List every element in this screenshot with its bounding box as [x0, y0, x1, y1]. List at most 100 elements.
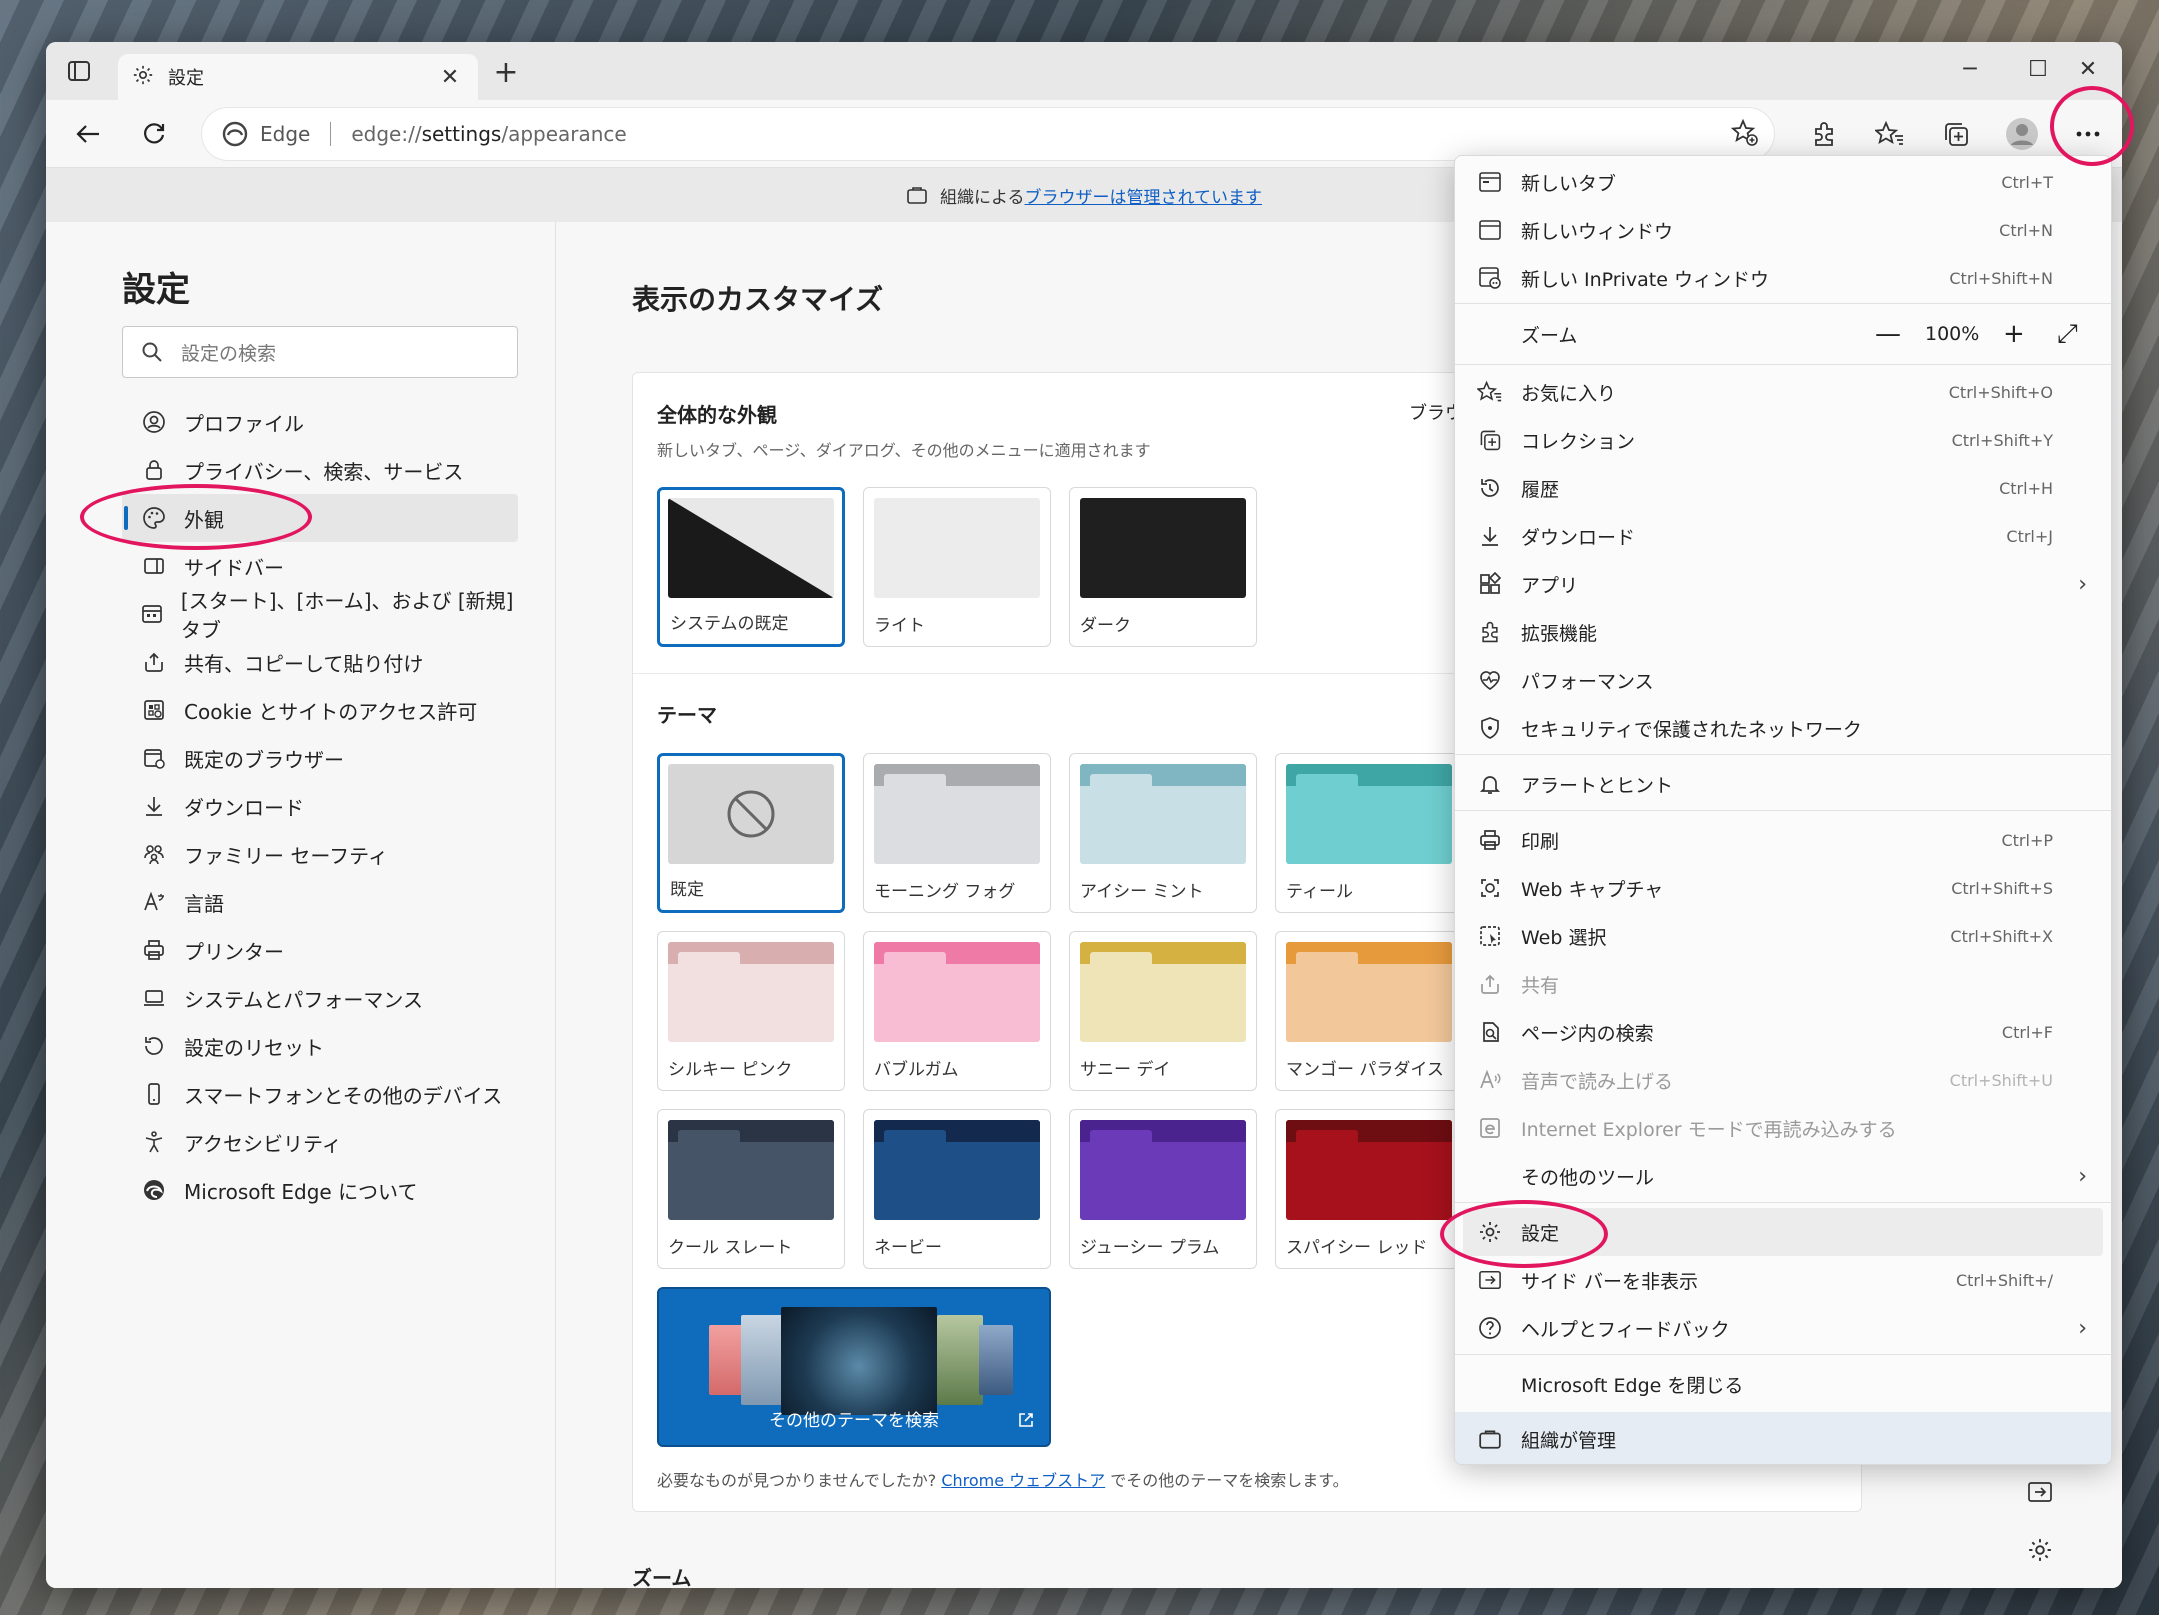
menu-more-tools[interactable]: その他のツール ›: [1455, 1152, 2111, 1200]
sidebar-item-reset[interactable]: 設定のリセット: [122, 1022, 518, 1070]
theme-option[interactable]: ネービー: [863, 1109, 1051, 1269]
appearance-option-system[interactable]: システムの既定: [657, 487, 845, 647]
theme-option[interactable]: クール スレート: [657, 1109, 845, 1269]
menu-web-capture[interactable]: Web キャプチャ Ctrl+Shift+S: [1455, 864, 2111, 912]
collections-button[interactable]: [1934, 112, 1978, 156]
discover-more-themes-button[interactable]: その他のテーマを検索: [657, 1287, 1051, 1447]
menu-hide-sidebar[interactable]: サイド バーを非表示 Ctrl+Shift+/: [1455, 1256, 2111, 1304]
menu-alerts-tips[interactable]: アラートとヒント: [1455, 760, 2111, 808]
theme-option[interactable]: ティール: [1275, 753, 1463, 913]
refresh-button[interactable]: [132, 112, 176, 156]
theme-label: スパイシー レッド: [1286, 1238, 1428, 1258]
sidebar-item-appearance[interactable]: 外観: [122, 494, 518, 542]
menu-history[interactable]: 履歴 Ctrl+H: [1455, 464, 2111, 512]
appearance-option-light[interactable]: ライト: [863, 487, 1051, 647]
add-favorite-icon[interactable]: [1730, 118, 1760, 152]
menu-secure-network[interactable]: セキュリティで保護されたネットワーク: [1455, 704, 2111, 752]
appearance-option-dark[interactable]: ダーク: [1069, 487, 1257, 647]
menu-help-feedback[interactable]: ヘルプとフィードバック ›: [1455, 1304, 2111, 1352]
menu-close-edge[interactable]: Microsoft Edge を閉じる: [1455, 1360, 2111, 1408]
theme-option[interactable]: シルキー ピンク: [657, 931, 845, 1091]
sidebar-item-system-performance[interactable]: システムとパフォーマンス: [122, 974, 518, 1022]
menu-web-select[interactable]: Web 選択 Ctrl+Shift+X: [1455, 912, 2111, 960]
menu-performance[interactable]: パフォーマンス: [1455, 656, 2111, 704]
sidebar-item-start-home-newtab[interactable]: [スタート]、[ホーム]、および [新規] タブ: [122, 589, 518, 642]
close-window-button[interactable]: ✕: [2068, 52, 2108, 88]
apps-icon: [1475, 569, 1505, 599]
favorites-button[interactable]: [1868, 112, 1912, 156]
menu-managed-by-org[interactable]: 組織が管理: [1455, 1412, 2111, 1464]
menu-new-tab[interactable]: 新しいタブ Ctrl+T: [1455, 158, 2111, 206]
extensions-button[interactable]: [1802, 112, 1846, 156]
theme-option[interactable]: バブルガム: [863, 931, 1051, 1091]
sidebar-item-label: プロファイル: [184, 411, 304, 436]
address-separator: [330, 122, 332, 146]
theme-thumb: [937, 1315, 983, 1405]
zoom-in-button[interactable]: +: [2003, 319, 2025, 349]
address-bar[interactable]: Edge edge://settings/appearance: [202, 108, 1774, 160]
sidebar-settings-icon[interactable]: [2022, 1532, 2058, 1568]
profile-button[interactable]: [2000, 112, 2044, 156]
sidebar-item-label: 設定のリセット: [184, 1035, 324, 1060]
sidebar-item-default-browser[interactable]: 既定のブラウザー: [122, 734, 518, 782]
fullscreen-icon[interactable]: ⤢: [2057, 319, 2078, 350]
phone-icon: [140, 1080, 168, 1108]
theme-option[interactable]: ジューシー プラム: [1069, 1109, 1257, 1269]
theme-option[interactable]: スパイシー レッド: [1275, 1109, 1463, 1269]
sidebar-item-printers[interactable]: プリンター: [122, 926, 518, 974]
theme-thumb-main: [781, 1307, 937, 1415]
theme-preview: [668, 942, 834, 1042]
menu-new-window[interactable]: 新しいウィンドウ Ctrl+N: [1455, 206, 2111, 254]
theme-preview: [1080, 942, 1246, 1042]
sidebar-item-share-copy-paste[interactable]: 共有、コピーして貼り付け: [122, 638, 518, 686]
theme-option[interactable]: アイシー ミント: [1069, 753, 1257, 913]
sidebar-item-about-edge[interactable]: Microsoft Edge について: [122, 1166, 518, 1214]
menu-print[interactable]: 印刷 Ctrl+P: [1455, 816, 2111, 864]
sidebar-item-family-safety[interactable]: ファミリー セーフティ: [122, 830, 518, 878]
sidebar-item-profiles[interactable]: プロファイル: [122, 398, 518, 446]
sidebar-item-privacy[interactable]: プライバシー、検索、サービス: [122, 446, 518, 494]
menu-shortcut: Ctrl+Shift+N: [1949, 268, 2053, 288]
tab-actions-icon[interactable]: [64, 56, 94, 86]
theme-option[interactable]: サニー デイ: [1069, 931, 1257, 1091]
back-button[interactable]: [66, 112, 110, 156]
maximize-button[interactable]: ☐: [2018, 52, 2058, 88]
sidebar-item-phone-devices[interactable]: スマートフォンとその他のデバイス: [122, 1070, 518, 1118]
theme-label: クール スレート: [668, 1238, 793, 1258]
note-text: 必要なものが見つかりませんでしたか?: [657, 1471, 942, 1490]
menu-downloads[interactable]: ダウンロード Ctrl+J: [1455, 512, 2111, 560]
tab-close-icon[interactable]: ✕: [436, 65, 464, 90]
managed-link[interactable]: ブラウザーは管理されています: [1025, 183, 1263, 208]
sidebar-item-downloads[interactable]: ダウンロード: [122, 782, 518, 830]
tab-settings[interactable]: 設定 ✕: [118, 54, 478, 100]
sidebar-item-sidebar[interactable]: サイドバー: [122, 542, 518, 590]
sidebar-item-accessibility[interactable]: アクセシビリティ: [122, 1118, 518, 1166]
menu-label: 共有: [1521, 974, 1560, 997]
minimize-button[interactable]: ─: [1950, 52, 1990, 88]
hide-sidebar-icon[interactable]: [2022, 1474, 2058, 1510]
menu-favorites[interactable]: お気に入り Ctrl+Shift+O: [1455, 368, 2111, 416]
menu-apps[interactable]: アプリ ›: [1455, 560, 2111, 608]
theme-option[interactable]: 既定: [657, 753, 845, 913]
menu-find-on-page[interactable]: ページ内の検索 Ctrl+F: [1455, 1008, 2111, 1056]
settings-and-more-button[interactable]: [2066, 112, 2110, 156]
settings-search-input[interactable]: 設定の検索: [122, 326, 518, 378]
note-text: でその他のテーマを検索します。: [1105, 1471, 1349, 1490]
new-tab-button[interactable]: +: [488, 56, 524, 92]
menu-extensions[interactable]: 拡張機能: [1455, 608, 2111, 656]
zoom-out-button[interactable]: —: [1875, 319, 1901, 349]
menu-new-inprivate[interactable]: 新しい InPrivate ウィンドウ Ctrl+Shift+N: [1455, 254, 2111, 302]
theme-option[interactable]: モーニング フォグ: [863, 753, 1051, 913]
web-capture-icon: [1475, 873, 1505, 903]
theme-option[interactable]: マンゴー パラダイス: [1275, 931, 1463, 1091]
browser-icon: [140, 744, 168, 772]
chrome-store-link[interactable]: Chrome ウェブストア: [941, 1471, 1105, 1490]
menu-settings[interactable]: 設定: [1463, 1208, 2103, 1256]
sidebar-item-languages[interactable]: 言語: [122, 878, 518, 926]
sidebar-item-cookies[interactable]: Cookie とサイトのアクセス許可: [122, 686, 518, 734]
sidebar-item-label: 言語: [184, 891, 224, 916]
settings-sidebar: 設定 設定の検索 プロファイル プライバシー、検索、サービス 外観 サイドバー …: [46, 222, 556, 1588]
hide-sidebar-icon: [1475, 1265, 1505, 1295]
read-aloud-icon: [1475, 1065, 1505, 1095]
menu-collections[interactable]: コレクション Ctrl+Shift+Y: [1455, 416, 2111, 464]
